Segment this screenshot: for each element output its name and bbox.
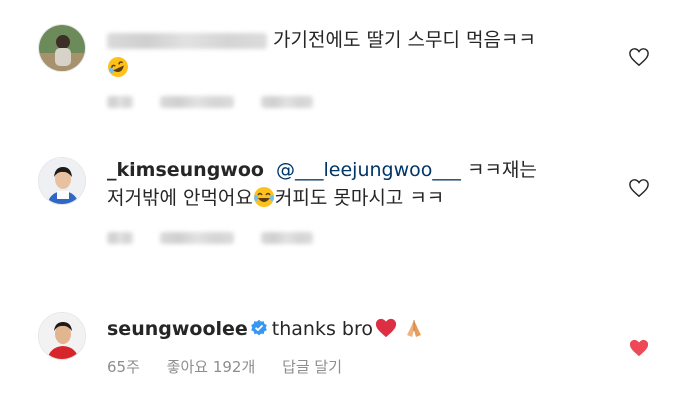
comment-username[interactable]: seungwoolee [107,318,248,340]
blurred-time [107,95,133,108]
red-heart-emoji [375,317,397,339]
rolling-laughing-emoji [107,56,129,78]
blurred-likes[interactable] [159,95,234,108]
comment-1: 가기전에도 딸기 스무디 먹음ㅋㅋ [0,0,700,120]
folded-hands-emoji [403,317,425,339]
comment-text: 커피도 못마시고 ㅋㅋ [274,187,445,209]
reply-button[interactable]: 답글 달기 [282,358,342,376]
comment-3: seungwoolee thanks bro 65주 좋아요 192개 답글 달… [0,290,700,408]
like-heart-icon[interactable] [628,178,650,198]
comment-2: _kimseungwoo @___leejungwoo___ ㅋㅋ재는 저거밖에… [0,120,700,260]
blurred-likes[interactable] [159,231,234,244]
comment-time: 65주 [107,358,140,376]
tears-of-joy-emoji [253,186,275,208]
blurred-username[interactable] [107,32,267,49]
avatar[interactable] [38,24,86,72]
liked-heart-icon[interactable] [628,338,650,358]
like-heart-icon[interactable] [628,47,650,67]
avatar[interactable] [38,157,86,205]
blurred-time [107,231,133,244]
verified-badge-icon [250,317,268,336]
blurred-reply[interactable] [260,95,313,108]
comment-likes[interactable]: 좋아요 192개 [167,358,256,376]
comment-username[interactable]: _kimseungwoo [107,159,264,181]
comment-text: 저거밖에 안먹어요 [107,187,253,209]
comment-text: ㅋㅋ재는 [466,159,537,181]
avatar[interactable] [38,312,86,360]
comment-text: thanks bro [271,318,373,340]
comment-text: 가기전에도 딸기 스무디 먹음ㅋㅋ [273,29,536,51]
blurred-reply[interactable] [260,231,313,244]
mention-link[interactable]: @___leejungwoo___ [276,159,461,181]
